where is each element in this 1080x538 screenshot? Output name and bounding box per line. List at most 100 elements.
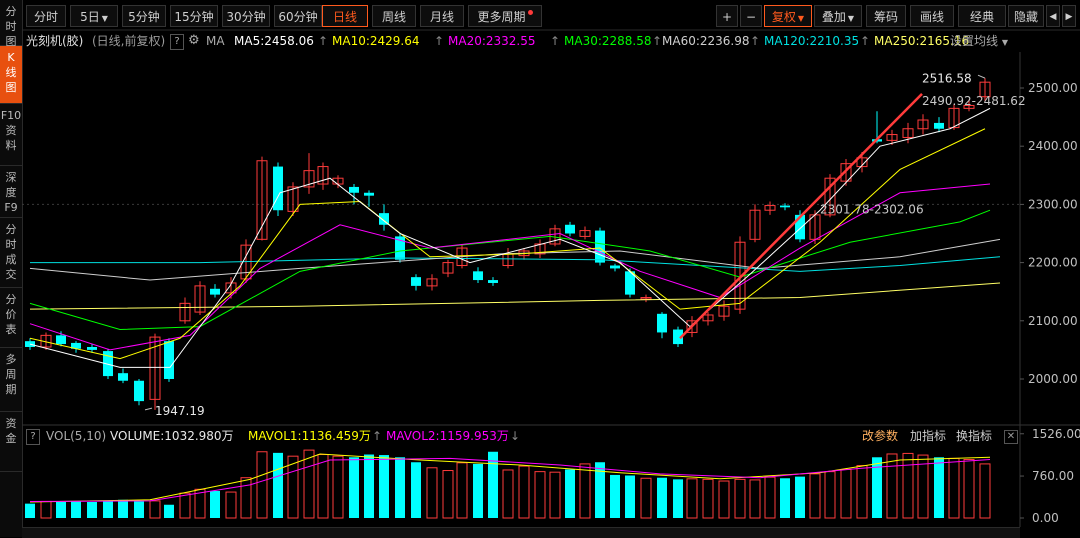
volume-bar-up: [456, 462, 468, 519]
candle-down: [164, 341, 174, 379]
volume-bar-up: [579, 463, 591, 519]
volume-bar-down: [488, 451, 498, 518]
volume-bar-down: [25, 503, 35, 518]
volume-bar-up: [518, 465, 530, 519]
price-axis-label: 2100.00: [1028, 314, 1078, 328]
volume-bar-up: [963, 458, 975, 519]
volume-bar-down: [934, 457, 944, 518]
volume-bar-up: [549, 471, 561, 519]
price-axis-label: 2400.00: [1028, 139, 1078, 153]
volume-bar-down: [673, 479, 683, 518]
price-axis-label: 2000.00: [1028, 372, 1078, 386]
volume-value: VOLUME:1032.980万: [110, 429, 234, 443]
volume-bar-down: [411, 462, 421, 518]
volume-bar-down: [610, 474, 620, 518]
volume-bar-down: [657, 477, 667, 518]
volume-bar-up: [640, 477, 652, 519]
volume-bar-up: [40, 500, 52, 519]
volume-axis-label: 1526.00: [1032, 427, 1080, 441]
volume-bar-up: [809, 473, 821, 519]
volume-bar-up: [303, 449, 315, 519]
price-axis-label: 2500.00: [1028, 81, 1078, 95]
switch-indicator-button[interactable]: 换指标: [956, 427, 992, 445]
price-axis-label: 2200.00: [1028, 256, 1078, 270]
ma5-line: [29, 107, 991, 368]
candle-down: [364, 192, 374, 196]
high-pointer: [977, 74, 986, 79]
volume-bar-down: [625, 475, 635, 518]
low-price-label: 1947.19: [155, 404, 205, 418]
low-pointer: [144, 407, 153, 411]
volume-bar-up: [702, 478, 714, 519]
vol-indicator-name: VOL(5,10): [46, 429, 107, 443]
volume-bar-down: [164, 504, 174, 518]
vol-help-button[interactable]: ?: [26, 429, 40, 445]
candle-down: [473, 271, 483, 281]
candle-down: [349, 186, 359, 193]
volume-bar-up: [256, 451, 268, 519]
volume-bar-down: [87, 501, 97, 518]
volume-bar-up: [317, 454, 329, 519]
volume-bar-down: [210, 490, 220, 518]
candle-down: [87, 346, 97, 350]
volume-bar-up: [179, 492, 191, 519]
volume-bar-up: [718, 480, 730, 519]
volume-bar-up: [734, 478, 746, 519]
volume-bar-down: [565, 469, 575, 518]
candle-down: [657, 313, 667, 333]
volume-bar-up: [749, 479, 761, 519]
kline-chart[interactable]: 2500.00 2400.00 2300.00 2200.00 2100.00 2000.…: [0, 0, 1080, 537]
ma30-line: [29, 209, 991, 331]
candle-down: [565, 224, 575, 234]
volume-bar-up: [442, 470, 454, 519]
ma120-line: [30, 256, 1001, 272]
volume-bar-down: [872, 457, 882, 518]
volume-bar-up: [840, 468, 852, 519]
volume-bar-down: [71, 501, 81, 518]
candle-down: [210, 288, 220, 295]
volume-bar-up: [534, 471, 546, 519]
down-arrow-icon: ↓: [510, 429, 521, 443]
volume-axis-label: 760.00: [1032, 469, 1074, 483]
volume-axis-label: 0.00: [1032, 511, 1059, 525]
volume-bar-up: [856, 465, 868, 519]
candle-down: [595, 230, 605, 263]
volume-bar-up: [824, 471, 836, 519]
volume-bar-up: [979, 463, 991, 519]
candle-down: [134, 380, 144, 402]
volume-bar-down: [56, 501, 66, 518]
candle-down: [610, 265, 620, 269]
candle-down: [934, 122, 944, 129]
volume-bar-up: [225, 491, 237, 519]
up-arrow-icon: ↑: [372, 429, 383, 443]
volume-bar-up: [902, 452, 914, 519]
high-price-label: 2516.58: [922, 72, 972, 86]
volume-bar-up: [764, 476, 776, 519]
volume-bar-up: [886, 453, 898, 519]
candle-down: [118, 373, 128, 381]
close-icon[interactable]: ✕: [1004, 430, 1018, 444]
volume-bar-down: [273, 452, 283, 518]
volume-bar-up: [948, 457, 960, 519]
change-params-button[interactable]: 改参数: [862, 427, 898, 445]
volume-bar-down: [395, 457, 405, 518]
volume-bar-up: [686, 478, 698, 519]
volume-bar-down: [473, 463, 483, 518]
ma60-line: [29, 238, 1001, 281]
volume-bar-up: [240, 477, 252, 519]
add-indicator-button[interactable]: 加指标: [910, 427, 946, 445]
candle-down: [780, 205, 790, 208]
mavol1-value: MAVOL1:1136.459万: [248, 429, 371, 443]
horizontal-scrollbar[interactable]: [22, 527, 1020, 538]
candle-down: [56, 335, 66, 345]
mavol2-value: MAVOL2:1159.953万: [386, 429, 509, 443]
candle-down: [411, 277, 421, 286]
upper-range-label: 2490.92-2481.62: [922, 94, 1026, 108]
volume-bar-up: [426, 467, 438, 519]
ma250-line: [29, 282, 1001, 310]
candle-down: [488, 280, 498, 283]
mid-range-label: 2301.78-2302.06: [820, 202, 924, 216]
volume-bar-down: [103, 501, 113, 518]
volume-bar-down: [379, 455, 389, 518]
volume-bar-down: [780, 478, 790, 518]
